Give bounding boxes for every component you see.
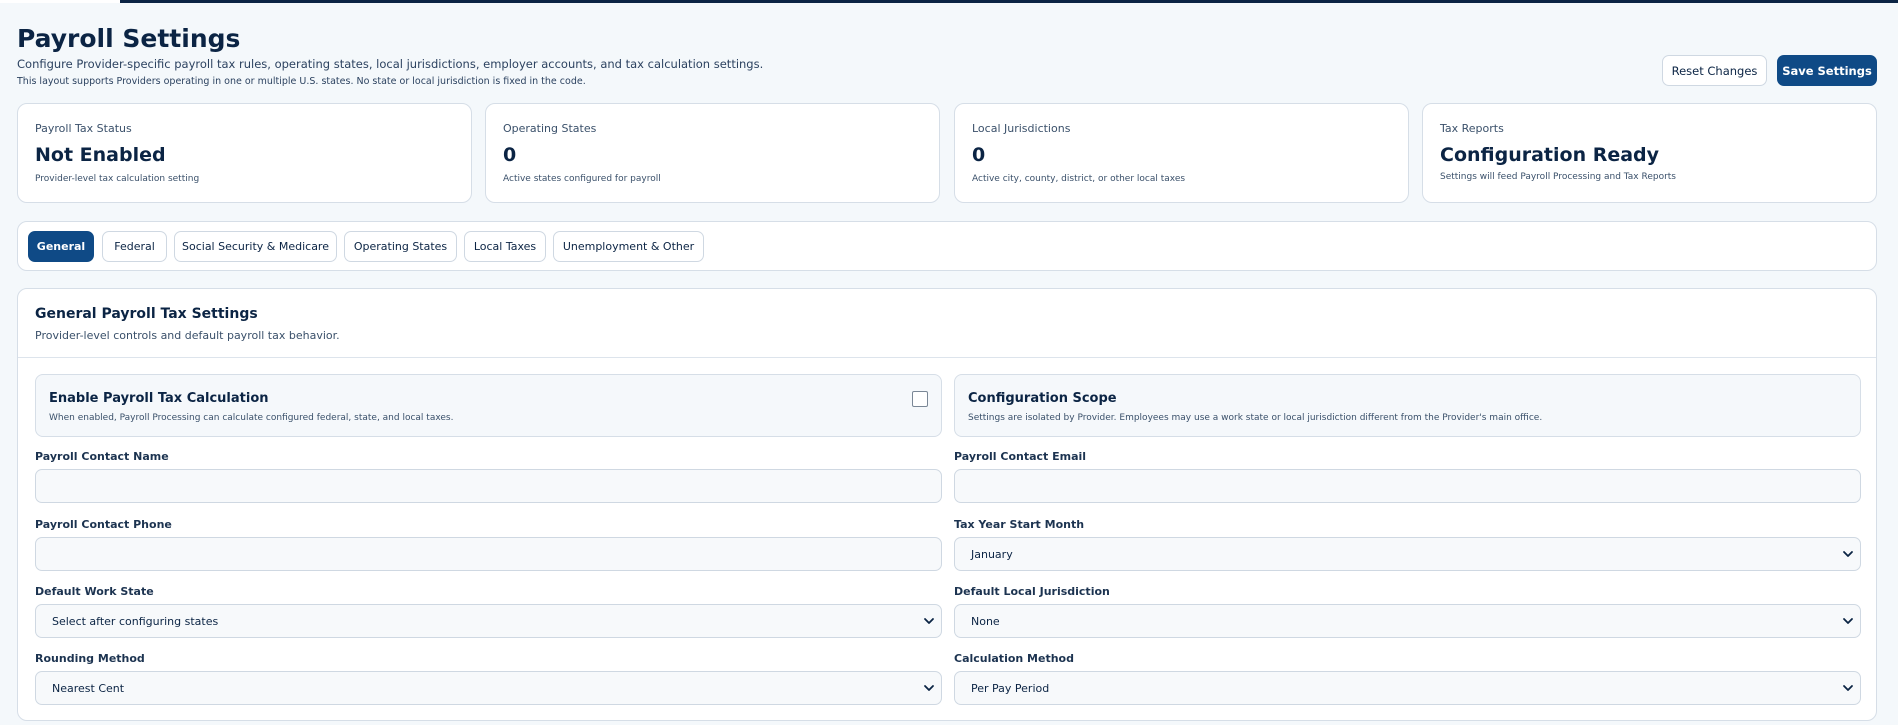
enable-payroll-tax-option: Enable Payroll Tax Calculation When enab… <box>35 374 942 437</box>
rounding-method-select[interactable]: Nearest Cent <box>35 671 942 705</box>
select-value: January <box>971 548 1013 561</box>
select-value: Per Pay Period <box>971 682 1050 695</box>
general-settings-card: General Payroll Tax Settings Provider-le… <box>17 288 1877 721</box>
section-divider <box>18 357 1876 358</box>
reset-changes-button[interactable]: Reset Changes <box>1662 55 1767 86</box>
stat-label: Tax Reports <box>1440 122 1504 135</box>
stat-card-local-jurisdictions: Local Jurisdictions 0 Active city, count… <box>954 103 1409 203</box>
default-local-jurisdiction-label: Default Local Jurisdiction <box>954 585 1110 598</box>
stat-label: Operating States <box>503 122 597 135</box>
tab-federal[interactable]: Federal <box>102 231 167 262</box>
tab-social-security-medicare[interactable]: Social Security & Medicare <box>174 231 337 262</box>
chevron-down-icon <box>1843 618 1853 624</box>
stat-card-operating-states: Operating States 0 Active states configu… <box>485 103 940 203</box>
default-work-state-select[interactable]: Select after configuring states <box>35 604 942 638</box>
payroll-contact-email-input[interactable] <box>954 469 1861 503</box>
stat-value: 0 <box>503 144 517 166</box>
section-title: General Payroll Tax Settings <box>35 306 258 322</box>
select-value: None <box>971 615 1000 628</box>
configuration-scope-info: Configuration Scope Settings are isolate… <box>954 374 1861 437</box>
chevron-down-icon <box>924 685 934 691</box>
enable-payroll-tax-checkbox[interactable] <box>912 391 928 407</box>
select-value: Nearest Cent <box>52 682 125 695</box>
tab-operating-states[interactable]: Operating States <box>344 231 457 262</box>
stat-desc: Provider-level tax calculation setting <box>35 174 200 184</box>
select-value: Select after configuring states <box>52 615 219 628</box>
tab-unemployment-other[interactable]: Unemployment & Other <box>553 231 704 262</box>
calculation-method-select[interactable]: Per Pay Period <box>954 671 1861 705</box>
chevron-down-icon <box>1843 551 1853 557</box>
stat-desc: Active states configured for payroll <box>503 174 661 184</box>
chevron-down-icon <box>924 618 934 624</box>
tab-local-taxes[interactable]: Local Taxes <box>464 231 546 262</box>
settings-tabs: General Federal Social Security & Medica… <box>17 221 1877 271</box>
payroll-contact-name-input[interactable] <box>35 469 942 503</box>
default-work-state-label: Default Work State <box>35 585 154 598</box>
payroll-contact-phone-label: Payroll Contact Phone <box>35 518 172 531</box>
stat-value: Configuration Ready <box>1440 144 1660 166</box>
payroll-contact-phone-input[interactable] <box>35 537 942 571</box>
section-subtitle: Provider-level controls and default payr… <box>35 329 340 342</box>
option-desc: When enabled, Payroll Processing can cal… <box>49 413 454 423</box>
option-title: Enable Payroll Tax Calculation <box>49 391 269 406</box>
tax-year-start-month-label: Tax Year Start Month <box>954 518 1085 531</box>
calculation-method-label: Calculation Method <box>954 652 1074 665</box>
payroll-contact-name-label: Payroll Contact Name <box>35 450 169 463</box>
page-subtitle: Configure Provider-specific payroll tax … <box>17 57 764 71</box>
stat-card-payroll-tax-status: Payroll Tax Status Not Enabled Provider-… <box>17 103 472 203</box>
stat-card-tax-reports: Tax Reports Configuration Ready Settings… <box>1422 103 1877 203</box>
page-header: Payroll Settings Configure Provider-spec… <box>17 24 1877 90</box>
top-accent-tab <box>0 0 120 3</box>
stat-label: Local Jurisdictions <box>972 122 1071 135</box>
save-settings-button[interactable]: Save Settings <box>1777 55 1877 86</box>
stat-value: 0 <box>972 144 986 166</box>
stats-row: Payroll Tax Status Not Enabled Provider-… <box>17 103 1877 203</box>
option-desc: Settings are isolated by Provider. Emplo… <box>968 413 1543 423</box>
page-note: This layout supports Providers operating… <box>17 76 586 87</box>
page-title: Payroll Settings <box>17 24 241 53</box>
stat-value: Not Enabled <box>35 144 166 166</box>
stat-label: Payroll Tax Status <box>35 122 132 135</box>
stat-desc: Settings will feed Payroll Processing an… <box>1440 172 1676 182</box>
stat-desc: Active city, county, district, or other … <box>972 174 1186 184</box>
chevron-down-icon <box>1843 685 1853 691</box>
default-local-jurisdiction-select[interactable]: None <box>954 604 1861 638</box>
payroll-contact-email-label: Payroll Contact Email <box>954 450 1087 463</box>
rounding-method-label: Rounding Method <box>35 652 145 665</box>
option-title: Configuration Scope <box>968 391 1117 406</box>
tab-general[interactable]: General <box>28 231 94 262</box>
top-accent-bar <box>0 0 1898 3</box>
tax-year-start-month-select[interactable]: January <box>954 537 1861 571</box>
